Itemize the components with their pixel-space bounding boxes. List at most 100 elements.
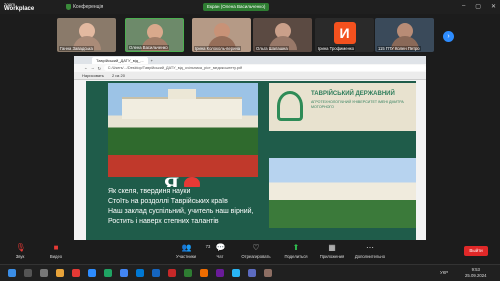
poem-line: Ростить і наверх степних талантів [108,218,219,225]
university-title: ТАВРІЙСЬКИЙ ДЕРЖАВНИЙ [311,91,395,97]
word-icon[interactable] [152,269,160,277]
participant-tile[interactable]: Ірина Колоколь-верина [192,18,251,52]
participant-name: Ірина Трофименко [317,46,356,51]
participant-tile[interactable]: Ольга Шалашна [253,18,312,52]
chrome-icon[interactable] [120,269,128,277]
participant-face [274,23,291,39]
participant-tile[interactable]: И Ірина Трофименко [315,18,374,52]
chat-label: Чат [216,254,224,259]
participant-face [213,23,230,39]
teams-icon[interactable] [248,269,256,277]
browser-address-bar: ← → ↻ C:/Users/.../Desktop/Таврійський_Д… [74,64,426,72]
more-label: Дополнительно [354,254,386,259]
heart-reaction-icon: ♡ [252,243,260,252]
apps-button[interactable]: ▦ Приложения [312,243,352,259]
language-indicator[interactable]: УКР [440,270,448,275]
new-tab-icon[interactable]: + [151,58,153,63]
url-field[interactable]: C:/Users/.../Desktop/Таврійський_ДАТУ_ві… [103,65,426,71]
screen-share-indicator[interactable]: Екран (Олена Васильченко) [203,3,270,11]
more-icon: ⋯ [366,243,374,252]
logo-product: Workplace [4,6,35,12]
back-icon[interactable]: ← [84,66,88,70]
participant-face [396,23,413,39]
close-icon[interactable]: ✕ [491,3,496,10]
viber-icon[interactable] [216,269,224,277]
reactions-label: Отреагировать [241,254,271,259]
participant-avatar: И [333,22,356,44]
more-button[interactable]: ⋯ Дополнительно [350,243,390,259]
share-button[interactable]: ⬆ Поделиться [276,243,316,259]
mic-muted-icon: 🎙 [15,243,26,252]
draw-tool[interactable]: Нарисовать [82,73,104,78]
audio-button[interactable]: 🎙 Звук [0,243,40,259]
flower-bed [108,155,258,177]
pdf-page: Я ТАВРІЙСЬКИЙ ДЕРЖАВНИЙ АГРОТЕХНОЛОГІЧНИ… [86,81,416,240]
university-logo-icon [277,91,303,121]
apps-label: Приложения [319,254,345,259]
zoom-app-icon[interactable] [88,269,96,277]
participant-tile[interactable]: Ганна Завадська [57,18,116,52]
reactions-button[interactable]: ♡ Отреагировать [236,243,276,259]
audio-label: Звук [15,254,25,259]
leave-meeting-button[interactable]: Выйти [464,246,488,256]
task-view-icon[interactable] [40,269,48,277]
file-explorer-icon[interactable] [56,269,64,277]
participants-label: Участники [175,254,196,259]
browser-icon[interactable] [104,269,112,277]
system-clock[interactable]: 9:53 25.09.2024 [465,267,487,279]
forward-icon[interactable]: → [91,66,95,70]
share-screen-icon: ⬆ [292,243,300,252]
participant-tile[interactable]: 115 ГПУ Колен Петро [375,18,434,52]
window-controls: – ▢ ✕ [462,3,496,10]
participant-name: Ірина Колоколь-верина [194,46,242,51]
app-icon[interactable] [264,269,272,277]
maximize-icon[interactable]: ▢ [475,3,481,10]
participant-name: Ольга Шалашна [255,46,289,51]
poem-text: Як скеля, твердиня науки Стоїть на роздо… [108,187,263,240]
pdf-toolbar: Нарисовать 2 из 20 [74,72,426,80]
shield-icon [66,4,71,10]
apps-icon: ▦ [328,243,336,252]
edge-icon[interactable] [136,269,144,277]
participants-strip: Ганна Завадська Олена Васильченко Ірина … [0,14,500,56]
participant-face [146,24,163,40]
video-off-icon: ■ [53,243,59,252]
zoom-logo: zoom Workplace [4,2,34,12]
building-facade [122,89,242,119]
participant-name: Ганна Завадська [59,46,94,51]
chat-button[interactable]: 💬 Чат [200,243,240,259]
poem-line: Як скеля, твердиня науки [108,188,191,195]
meeting-toolbar: 🎙 Звук ■ Видео 👥 Участники 73 💬 Чат ♡ От… [0,240,500,264]
campus-photo-right [269,158,416,228]
windows-taskbar: УКР 9:53 25.09.2024 [0,264,500,281]
participant-face [78,23,95,39]
excel-icon[interactable] [184,269,192,277]
browser-tab[interactable]: Таврійський_ДАТУ_від_... [92,56,148,64]
telegram-icon[interactable] [232,269,240,277]
share-label: Поделиться [284,254,308,259]
poem-line: Стоїть на роздоллі Таврійських країв [108,198,228,205]
video-button[interactable]: ■ Видео [36,243,76,259]
powerpoint-icon[interactable] [200,269,208,277]
people-icon: 👥 [181,243,192,252]
clock-date: 25.09.2024 [465,273,487,278]
participant-tile-active-speaker[interactable]: Олена Васильченко [125,18,184,52]
minimize-icon[interactable]: – [462,3,465,10]
windows-start-icon[interactable] [8,269,16,277]
next-page-button[interactable]: › [443,31,454,42]
chat-icon: 💬 [215,243,226,252]
participant-name: 115 ГПУ Колен Петро [377,46,421,51]
browser-tab-bar: Таврійський_ДАТУ_від_... + [74,56,426,64]
acrobat-icon[interactable] [168,269,176,277]
university-subtitle: АГРОТЕХНОЛОГІЧНИЙ УНІВЕРСИТЕТ ІМЕНІ ДМИТ… [311,100,404,109]
university-header: ТАВРІЙСЬКИЙ ДЕРЖАВНИЙ АГРОТЕХНОЛОГІЧНИЙ … [269,83,416,131]
conference-info[interactable]: Конференція [66,4,103,10]
app-icon[interactable] [72,269,80,277]
conference-label: Конференція [73,4,104,10]
title-bar: zoom Workplace Конференція Екран (Олена … [0,0,500,14]
page-indicator[interactable]: 2 из 20 [112,73,125,78]
chevron-right-icon: › [447,33,450,40]
shared-screen: Таврійський_ДАТУ_від_... + ← → ↻ C:/User… [74,56,426,240]
search-icon[interactable] [24,269,32,277]
reload-icon[interactable]: ↻ [98,66,101,71]
